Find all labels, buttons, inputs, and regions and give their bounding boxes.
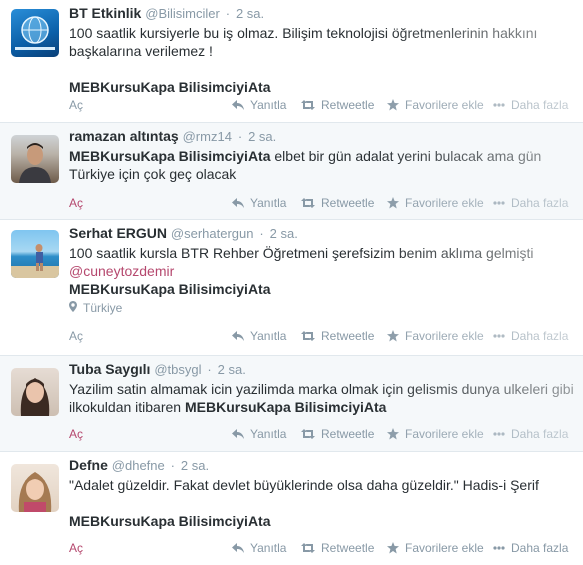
reply-icon: [232, 429, 244, 439]
favorite-button[interactable]: Favorilere ekle: [387, 427, 493, 441]
tweet-header: BT Etkinlik @Bilisimciler · 2 sa.: [69, 5, 265, 21]
tweet-3[interactable]: Serhat ERGUN @serhatergun · 2 sa. 100 sa…: [0, 220, 583, 356]
star-icon: [387, 542, 399, 554]
expand-link[interactable]: Aç: [69, 427, 83, 441]
user-handle[interactable]: @dhefne: [112, 458, 165, 473]
tweet-5[interactable]: Defne @dhefne · 2 sa. "Adalet güzeldir. …: [0, 452, 583, 565]
tweet-timestamp[interactable]: 2 sa.: [248, 129, 276, 144]
user-fullname[interactable]: ramazan altıntaş: [69, 128, 179, 144]
expand-link[interactable]: Aç: [69, 329, 83, 343]
retweet-icon: [301, 543, 315, 553]
user-fullname[interactable]: BT Etkinlik: [69, 5, 141, 21]
tweet-actions: Yanıtla Retweetle Favorilere ekle Daha f…: [232, 427, 568, 441]
tweet-header: Serhat ERGUN @serhatergun · 2 sa.: [69, 225, 298, 241]
more-dots-icon: [493, 334, 505, 338]
tweet-actions: Yanıtla Retweetle Favorilere ekle Daha f…: [232, 541, 568, 555]
more-button[interactable]: Daha fazla: [493, 196, 568, 210]
tweet-timestamp[interactable]: 2 sa.: [218, 362, 246, 377]
retweet-button[interactable]: Retweetle: [301, 427, 387, 441]
tweet-text: 100 saatlik kursla BTR Rehber Öğretmeni …: [69, 245, 534, 297]
reply-icon: [232, 331, 244, 341]
favorite-button[interactable]: Favorilere ekle: [387, 541, 493, 555]
retweet-icon: [301, 331, 315, 341]
star-icon: [387, 428, 399, 440]
user-photo-icon: [11, 244, 59, 278]
star-icon: [387, 330, 399, 342]
tweet-text: "Adalet güzeldir. Fakat devlet büyükleri…: [69, 477, 539, 529]
more-button[interactable]: Daha fazla: [493, 427, 568, 441]
user-fullname[interactable]: Serhat ERGUN: [69, 225, 167, 241]
tweet-actions: Yanıtla Retweetle Favorilere ekle Daha f…: [232, 329, 568, 343]
expand-link[interactable]: Aç: [69, 98, 83, 112]
star-icon: [387, 197, 399, 209]
retweet-button[interactable]: Retweetle: [301, 98, 387, 112]
tweet-location[interactable]: Türkiye: [69, 301, 575, 315]
more-button[interactable]: Daha fazla: [493, 98, 568, 112]
location-pin-icon: [69, 301, 77, 315]
more-dots-icon: [493, 201, 505, 205]
reply-icon: [232, 100, 244, 110]
tweet-timestamp[interactable]: 2 sa.: [181, 458, 209, 473]
user-photo-icon: [18, 472, 52, 512]
favorite-button[interactable]: Favorilere ekle: [387, 98, 493, 112]
reply-icon: [232, 543, 244, 553]
tweet-timestamp[interactable]: 2 sa.: [236, 6, 264, 21]
retweet-button[interactable]: Retweetle: [301, 329, 387, 343]
retweet-icon: [301, 100, 315, 110]
user-fullname[interactable]: Defne: [69, 457, 108, 473]
hashtag-text[interactable]: MEBKursuKapa BilisimciyiAta: [185, 399, 387, 415]
tweet-2[interactable]: ramazan altıntaş @rmz14 · 2 sa. MEBKursu…: [0, 123, 583, 220]
tweet-actions: Yanıtla Retweetle Favorilere ekle Daha f…: [232, 98, 568, 112]
user-handle[interactable]: @Bilisimciler: [145, 6, 220, 21]
retweet-button[interactable]: Retweetle: [301, 541, 387, 555]
favorite-button[interactable]: Favorilere ekle: [387, 196, 493, 210]
tweet-header: Tuba Saygılı @tbsygl · 2 sa.: [69, 361, 246, 377]
tweet-text: 100 saatlik kursiyerle bu iş olmaz. Bili…: [69, 25, 538, 95]
reply-button[interactable]: Yanıtla: [232, 196, 301, 210]
tweet-1[interactable]: BT Etkinlik @Bilisimciler · 2 sa. 100 sa…: [0, 0, 583, 123]
hashtag-text[interactable]: MEBKursuKapa BilisimciyiAta: [69, 79, 271, 95]
more-dots-icon: [493, 546, 505, 550]
avatar[interactable]: [11, 368, 59, 416]
avatar[interactable]: [11, 230, 59, 278]
tweet-timestamp[interactable]: 2 sa.: [270, 226, 298, 241]
user-handle[interactable]: @tbsygl: [154, 362, 201, 377]
reply-button[interactable]: Yanıtla: [232, 541, 301, 555]
tweet-text: MEBKursuKapa BilisimciyiAta elbet bir gü…: [69, 148, 542, 182]
globe-logo-icon: [15, 16, 55, 50]
tweet-4[interactable]: Tuba Saygılı @tbsygl · 2 sa. Yazilim sat…: [0, 356, 583, 452]
reply-button[interactable]: Yanıtla: [232, 329, 301, 343]
more-button[interactable]: Daha fazla: [493, 329, 568, 343]
avatar[interactable]: [11, 464, 59, 512]
more-dots-icon: [493, 103, 505, 107]
avatar[interactable]: [11, 9, 59, 57]
tweet-text: Yazilim satin almamak icin yazilimda mar…: [69, 381, 574, 415]
user-fullname[interactable]: Tuba Saygılı: [69, 361, 150, 377]
retweet-button[interactable]: Retweetle: [301, 196, 387, 210]
mention-link[interactable]: @cuneytozdemir: [69, 263, 174, 279]
more-button[interactable]: Daha fazla: [493, 541, 568, 555]
favorite-button[interactable]: Favorilere ekle: [387, 329, 493, 343]
hashtag-text[interactable]: MEBKursuKapa BilisimciyiAta: [69, 281, 271, 297]
tweet-header: Defne @dhefne · 2 sa.: [69, 457, 210, 473]
reply-icon: [232, 198, 244, 208]
expand-link[interactable]: Aç: [69, 196, 83, 210]
user-photo-icon: [19, 143, 51, 183]
reply-button[interactable]: Yanıtla: [232, 427, 301, 441]
hashtag-text[interactable]: MEBKursuKapa BilisimciyiAta: [69, 513, 271, 529]
user-handle[interactable]: @rmz14: [183, 129, 232, 144]
avatar[interactable]: [11, 135, 59, 183]
retweet-icon: [301, 198, 315, 208]
tweet-header: ramazan altıntaş @rmz14 · 2 sa.: [69, 128, 277, 144]
more-dots-icon: [493, 432, 505, 436]
reply-button[interactable]: Yanıtla: [232, 98, 301, 112]
tweet-actions: Yanıtla Retweetle Favorilere ekle Daha f…: [232, 196, 568, 210]
hashtag-text[interactable]: MEBKursuKapa BilisimciyiAta: [69, 148, 271, 164]
expand-link[interactable]: Aç: [69, 541, 83, 555]
user-photo-icon: [20, 378, 50, 416]
retweet-icon: [301, 429, 315, 439]
user-handle[interactable]: @serhatergun: [171, 226, 254, 241]
star-icon: [387, 99, 399, 111]
